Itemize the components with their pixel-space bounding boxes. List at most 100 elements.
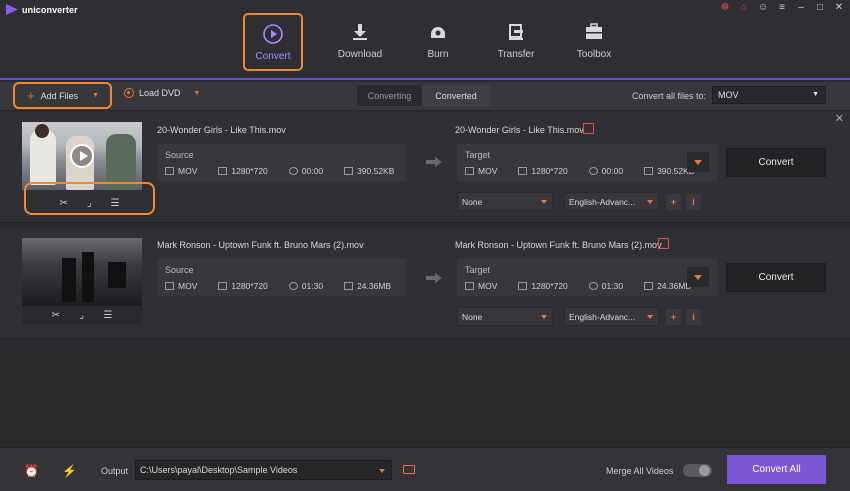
nav-convert[interactable]: Convert (243, 13, 303, 71)
folder-icon[interactable] (403, 465, 415, 474)
target-file-name: 20-Wonder Girls - Like This.mov (455, 125, 584, 135)
gift-icon[interactable]: ☸ (720, 2, 730, 13)
user-icon[interactable]: ☺ (758, 2, 768, 13)
file-row: ✕ ✂ ⌟ ☰ 20-Wonder Girls - Like This.mov … (0, 112, 850, 223)
clock-icon (288, 167, 298, 175)
convert-button[interactable]: Convert (726, 148, 826, 177)
audio-track-value: English-Advanc... (569, 196, 636, 207)
nav-download[interactable]: Download (321, 13, 399, 71)
thumbnail-figure (82, 252, 94, 302)
info-icon[interactable]: i (686, 194, 701, 210)
target-info: Target MOV 1280*720 00:00 390.52KB (457, 144, 717, 181)
output-label: Output (101, 466, 129, 476)
audio-track-select[interactable]: English-Advanc... (564, 192, 659, 211)
output-path-select[interactable]: C:\Users\payal\Desktop\Sample Videos (135, 460, 392, 480)
close-icon[interactable]: ✕ (834, 2, 844, 13)
chevron-down-icon (541, 315, 547, 319)
nav-toolbox-label: Toolbox (576, 49, 612, 60)
thumbnail-figure (62, 258, 76, 302)
target-format: MOV (478, 281, 498, 291)
play-icon[interactable] (70, 144, 94, 168)
target-label: Target (465, 150, 491, 160)
load-dvd-button[interactable]: Load DVD ▼ (124, 88, 200, 98)
subtitle-select[interactable]: None (457, 192, 553, 211)
source-duration: 00:00 (301, 166, 324, 176)
nav-transfer[interactable]: Transfer (477, 13, 555, 71)
chevron-down-icon[interactable]: ▼ (194, 90, 201, 97)
video-thumbnail[interactable] (22, 238, 142, 306)
audio-track-value: English-Advanc... (569, 311, 636, 322)
source-format: MOV (178, 166, 198, 176)
split-icon[interactable]: + (666, 194, 681, 210)
target-resolution: 1280*720 (531, 281, 568, 291)
close-icon[interactable]: ✕ (835, 112, 844, 125)
bottom-bar: ⏰ ⚡ Output C:\Users\payal\Desktop\Sample… (0, 447, 850, 491)
resolution-icon (518, 282, 528, 290)
video-thumbnail[interactable] (22, 122, 142, 190)
resolution-icon (218, 167, 228, 175)
edit-name-icon[interactable] (583, 123, 594, 134)
cart-icon[interactable]: ⌂ (739, 2, 749, 13)
lightning-icon[interactable]: ⚡ (62, 464, 77, 478)
film-icon (465, 167, 474, 175)
audio-track-select[interactable]: English-Advanc... (564, 307, 659, 326)
minimize-icon[interactable]: – (796, 2, 806, 13)
load-dvd-label: Load DVD (139, 88, 181, 98)
chevron-down-icon[interactable]: ▼ (92, 92, 99, 99)
add-files-label: Add Files (40, 90, 79, 101)
output-format-select[interactable]: MOV ▼ (712, 86, 826, 104)
burn-icon (427, 21, 449, 43)
edit-name-icon[interactable] (658, 238, 669, 249)
film-icon (465, 282, 474, 290)
split-icon[interactable]: + (666, 309, 681, 325)
subtitle-select[interactable]: None (457, 307, 553, 326)
convert-icon (262, 23, 284, 45)
tab-converting[interactable]: Converting (357, 85, 422, 106)
nav-toolbox[interactable]: Toolbox (555, 13, 633, 71)
target-format-dropdown[interactable] (687, 267, 709, 287)
nav-burn[interactable]: Burn (399, 13, 477, 71)
film-icon (165, 167, 174, 175)
info-icon[interactable]: i (686, 309, 701, 325)
edit-tools-highlighted: ✂ ⌟ ☰ (24, 182, 155, 215)
transfer-icon (505, 21, 527, 43)
arrow-right-icon (426, 273, 442, 283)
edit-tools: ✂ ⌟ ☰ (22, 306, 142, 324)
nav-convert-label: Convert (255, 51, 291, 62)
tab-converted[interactable]: Converted (422, 85, 490, 106)
folder-icon (644, 167, 654, 175)
target-meta: MOV 1280*720 00:00 390.52KB (465, 166, 715, 176)
nav-burn-label: Burn (427, 49, 449, 60)
film-icon (165, 282, 174, 290)
source-resolution: 1280*720 (231, 281, 268, 291)
dvd-icon (124, 88, 134, 98)
add-files-button[interactable]: + Add Files ▼ (13, 82, 112, 109)
resolution-icon (218, 282, 228, 290)
file-row: ✂ ⌟ ☰ Mark Ronson - Uptown Funk ft. Brun… (0, 228, 850, 339)
convert-all-to-label: Convert all files to: (632, 91, 707, 101)
alarm-clock-icon[interactable]: ⏰ (24, 464, 39, 478)
trim-icon[interactable]: ✂ (52, 310, 60, 321)
target-duration: 00:00 (601, 166, 624, 176)
crop-icon[interactable]: ⌟ (79, 310, 84, 321)
menu-icon[interactable]: ≡ (777, 2, 787, 13)
clock-icon (588, 167, 598, 175)
crop-icon[interactable]: ⌟ (87, 198, 92, 209)
source-resolution: 1280*720 (231, 166, 268, 176)
thumbnail-figure (35, 124, 49, 138)
target-format-dropdown[interactable] (687, 152, 709, 172)
merge-toggle[interactable] (683, 464, 712, 477)
trim-icon[interactable]: ✂ (59, 198, 67, 209)
convert-all-button[interactable]: Convert All (727, 455, 826, 484)
target-resolution: 1280*720 (531, 166, 568, 176)
chevron-down-icon (379, 469, 385, 473)
app-name: uniconverter (22, 4, 78, 15)
effects-icon[interactable]: ☰ (103, 310, 112, 321)
subtitle-value: None (462, 196, 483, 207)
maximize-icon[interactable]: □ (815, 2, 825, 13)
convert-button[interactable]: Convert (726, 263, 826, 292)
chevron-down-icon (647, 200, 653, 204)
toolbox-icon (583, 21, 605, 43)
effects-icon[interactable]: ☰ (111, 198, 120, 209)
nav-transfer-label: Transfer (497, 49, 535, 60)
